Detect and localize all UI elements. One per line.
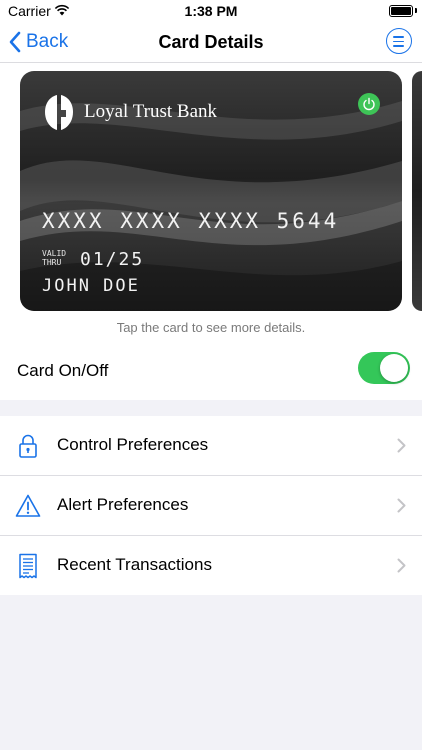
bank-logo-icon [45, 95, 73, 130]
valid-thru-label: VALID THRU [42, 249, 67, 267]
page-title: Card Details [158, 32, 264, 52]
list-item-label: Alert Preferences [57, 495, 189, 514]
bank-name: Loyal Trust Bank [84, 101, 218, 122]
chevron-right-icon [397, 498, 406, 513]
battery-tip [415, 8, 417, 13]
card-on-off-toggle[interactable] [358, 352, 410, 384]
menu-icon[interactable] [386, 28, 412, 54]
toggle-knob [380, 354, 408, 382]
status-bar: Carrier 1:38 PM [0, 0, 422, 22]
list-item-control-preferences[interactable]: Control Preferences [0, 416, 422, 476]
card-power-button[interactable] [358, 93, 380, 115]
battery-icon [389, 5, 413, 17]
card-section: Loyal Trust Bank XXXX XXXX XXXX 5644 VAL… [0, 63, 422, 400]
power-icon [363, 97, 375, 111]
lock-icon [19, 434, 37, 458]
chevron-right-icon [397, 558, 406, 573]
list-item-label: Recent Transactions [57, 555, 212, 574]
preferences-list: Control Preferences Alert Preferences Re… [0, 416, 422, 595]
card-toggle-label: Card On/Off [17, 361, 109, 380]
receipt-icon [19, 553, 37, 579]
navigation-bar: Back Card Details [0, 22, 422, 63]
card-hint-text: Tap the card to see more details. [116, 320, 306, 335]
card-number: XXXX XXXX XXXX 5644 [42, 209, 340, 233]
warning-icon [15, 494, 41, 517]
card-holder-name: JOHN DOE [42, 276, 140, 296]
chevron-right-icon [397, 438, 406, 453]
list-item-recent-transactions[interactable]: Recent Transactions [0, 536, 422, 595]
next-card-preview[interactable] [412, 71, 422, 311]
list-item-label: Control Preferences [57, 435, 209, 454]
credit-card[interactable]: Loyal Trust Bank XXXX XXXX XXXX 5644 VAL… [20, 71, 402, 311]
list-item-alert-preferences[interactable]: Alert Preferences [0, 476, 422, 536]
card-expiry: 01/25 [80, 249, 145, 270]
status-time: 1:38 PM [184, 3, 238, 19]
